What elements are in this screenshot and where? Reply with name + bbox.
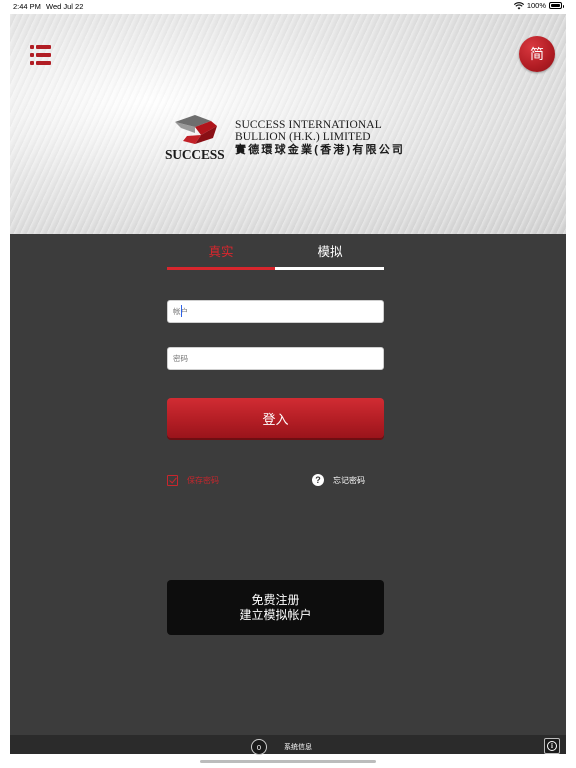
info-button[interactable]: i — [544, 738, 560, 754]
tab-demo-indicator — [275, 267, 384, 270]
footer-bar: 0 系统信息 i — [10, 735, 566, 755]
battery-percent: 100% — [526, 1, 546, 10]
tab-real[interactable]: 真实 — [167, 240, 275, 266]
company-name-zh: 實德環球金業(香港)有限公司 — [235, 144, 406, 156]
question-icon: ? — [312, 474, 324, 486]
remember-password-label: 保存密码 — [187, 475, 219, 485]
home-indicator — [200, 760, 376, 763]
info-icon: i — [547, 741, 557, 751]
tab-demo[interactable]: 模拟 — [276, 240, 384, 266]
status-date: Wed Jul 22 — [46, 2, 84, 11]
battery-icon — [549, 2, 564, 9]
account-input[interactable] — [167, 300, 384, 323]
password-input[interactable] — [167, 347, 384, 370]
register-demo-button[interactable]: 免费注册 建立模拟帐户 — [167, 580, 384, 635]
logo-text: SUCCESS INTERNATIONAL BULLION (H.K.) LIM… — [235, 119, 405, 156]
status-right: 100% — [513, 1, 564, 10]
brand-header: 简 SUCCESS SUCCESS INTERNATIONAL BULLION … — [10, 14, 566, 234]
wifi-icon — [513, 1, 524, 9]
company-name-en-2: BULLION (H.K.) LIMITED — [235, 131, 371, 143]
remember-password-toggle[interactable]: 保存密码 — [167, 473, 219, 487]
notification-count-badge[interactable]: 0 — [251, 739, 267, 755]
register-line-2: 建立模拟帐户 — [239, 607, 312, 622]
system-info-label[interactable]: 系统信息 — [284, 742, 312, 752]
menu-icon[interactable] — [30, 45, 52, 65]
account-type-tabs: 真实 模拟 — [167, 240, 384, 272]
status-bar: 2:44 PM Wed Jul 22 100% — [0, 0, 576, 12]
logo-emblem-icon — [175, 115, 217, 144]
app-frame: 简 SUCCESS SUCCESS INTERNATIONAL BULLION … — [10, 14, 566, 748]
forgot-password-label: 忘记密码 — [333, 475, 365, 485]
register-line-1: 免费注册 — [251, 592, 300, 607]
checkbox-checked-icon[interactable] — [167, 474, 178, 486]
language-toggle-button[interactable]: 简 — [519, 36, 555, 72]
logo-mark: SUCCESS — [165, 114, 227, 162]
status-time: 2:44 PM — [13, 2, 41, 11]
company-name-en-1: SUCCESS INTERNATIONAL — [235, 119, 382, 131]
login-button[interactable]: 登入 — [167, 398, 384, 438]
forgot-password-link[interactable]: ? 忘记密码 — [312, 473, 365, 487]
text-caret — [181, 305, 182, 317]
tab-real-indicator — [167, 267, 275, 270]
company-logo: SUCCESS SUCCESS INTERNATIONAL BULLION (H… — [165, 114, 425, 164]
logo-wordmark: SUCCESS — [165, 147, 225, 162]
